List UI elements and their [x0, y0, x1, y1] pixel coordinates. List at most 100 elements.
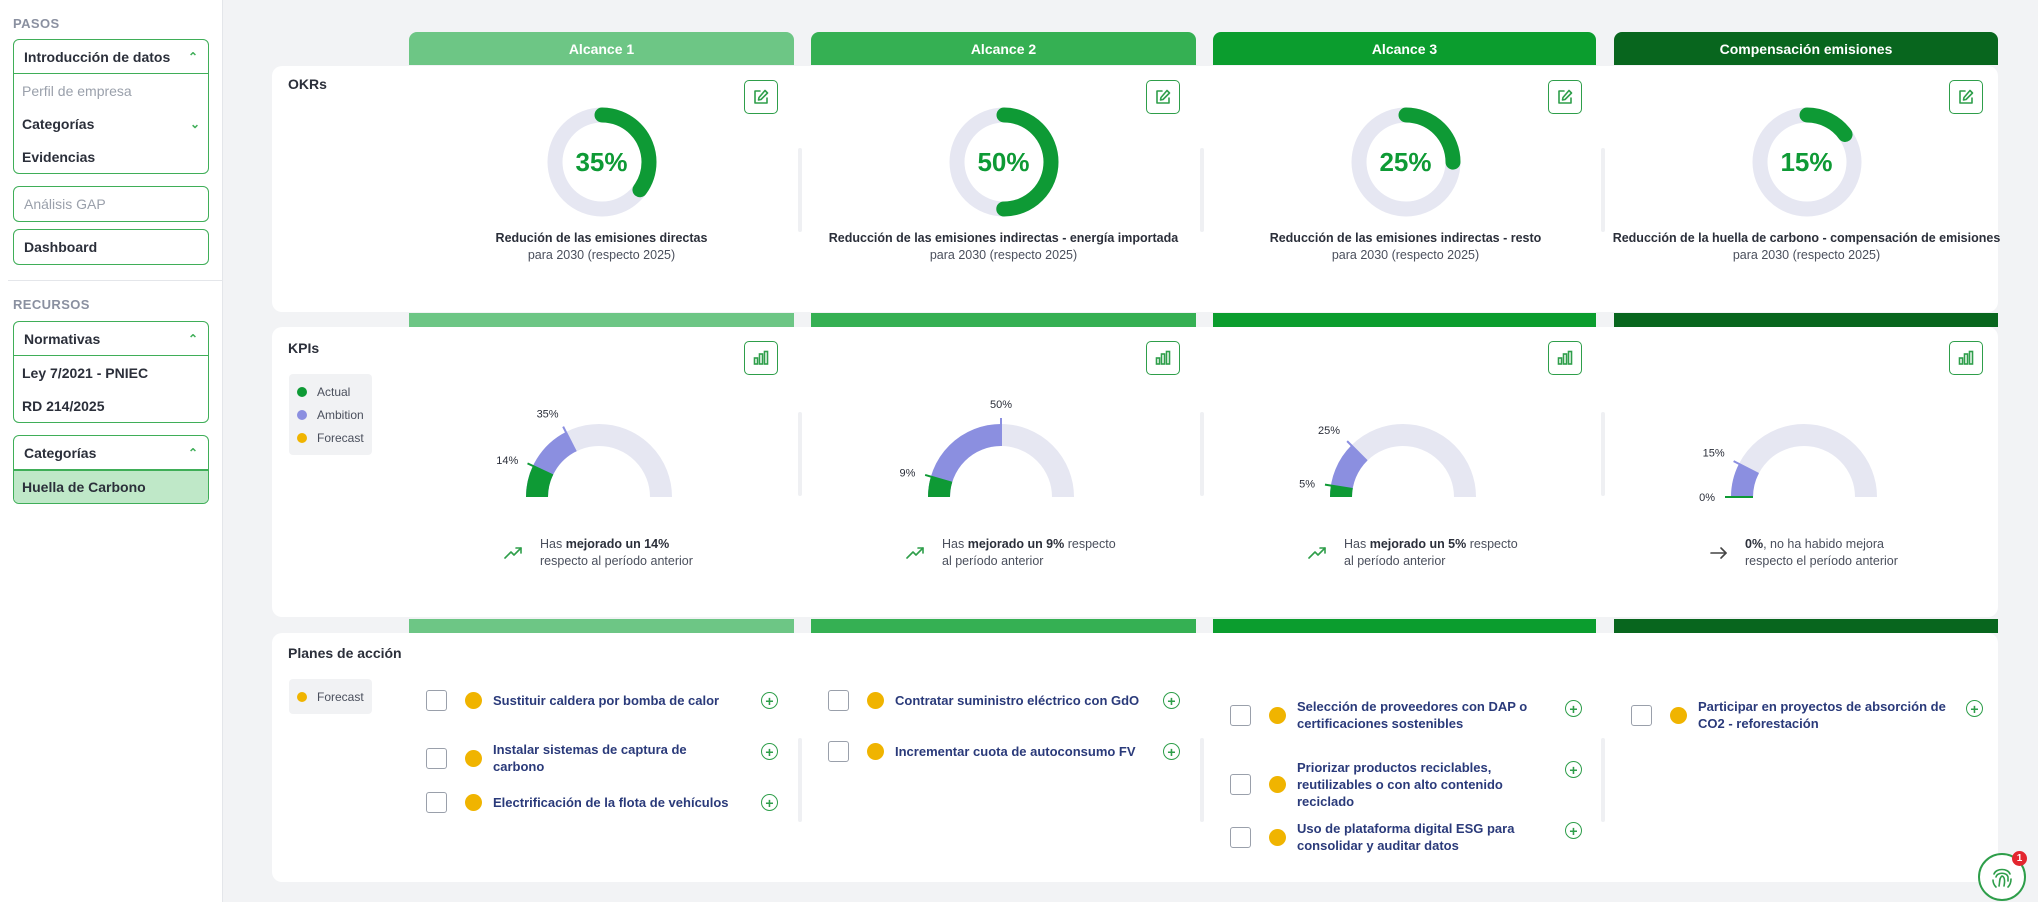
- bar-chart-icon: [1958, 350, 1974, 365]
- kpi-gauge: 35% 14%: [496, 409, 672, 498]
- legend-item-ambition: Ambition: [297, 403, 364, 426]
- plan-checkbox[interactable]: [426, 690, 447, 711]
- plan-label: Electrificación de la flota de vehículos: [493, 795, 729, 810]
- sidebar-item-analisis-gap[interactable]: Análisis GAP: [13, 186, 209, 222]
- add-plan-button[interactable]: +: [761, 692, 778, 709]
- legend-label: Forecast: [317, 689, 364, 704]
- edit-okr-button[interactable]: [1949, 80, 1983, 114]
- ambition-label: 25%: [1318, 425, 1340, 437]
- sidebar-item-label: Categorías: [22, 115, 95, 132]
- kpi-note-highlight: mejorado un 5%: [1369, 537, 1467, 551]
- add-plan-button[interactable]: +: [1966, 700, 1983, 717]
- intro-datos-label: Introducción de datos: [24, 48, 171, 65]
- column-bar: [1614, 313, 1998, 327]
- sidebar: PASOS Introducción de datos ⌃ Perfil de …: [0, 0, 223, 902]
- okr-subtitle: para 2030 (respecto 2025): [1331, 248, 1480, 262]
- sidebar-item-categorias[interactable]: Categorías ⌄: [14, 107, 208, 140]
- forecast-dot: [1670, 706, 1687, 724]
- gauge-actual-arc: [526, 465, 554, 498]
- add-plan-button[interactable]: +: [1565, 822, 1582, 839]
- kpi-chart-button[interactable]: [1949, 341, 1983, 375]
- plus-icon: +: [1167, 692, 1176, 709]
- planes-title: Planes de acción: [288, 645, 402, 661]
- okr-percent: 35%: [575, 146, 628, 177]
- kpis-title: KPIs: [288, 340, 320, 356]
- separator: [1601, 738, 1605, 822]
- add-plan-button[interactable]: +: [761, 794, 778, 811]
- bar-chart-icon: [1155, 350, 1171, 365]
- forecast-dot: [1269, 828, 1286, 846]
- sidebar-item-ley-7-2021[interactable]: Ley 7/2021 - PNIEC: [14, 356, 208, 389]
- ambition-label: 35%: [537, 409, 559, 421]
- plan-checkbox[interactable]: [1230, 774, 1251, 795]
- kpi-note-text: Has: [540, 537, 566, 551]
- column-header-alcance-3: Alcance 3: [1213, 32, 1596, 65]
- kpi-chart-button[interactable]: [744, 341, 778, 375]
- add-plan-button[interactable]: +: [1163, 692, 1180, 709]
- separator: [1200, 148, 1204, 232]
- add-plan-button[interactable]: +: [1565, 700, 1582, 717]
- plan-label: Uso de plataforma digital ESG para conso…: [1297, 821, 1515, 853]
- normativas-toggle[interactable]: Normativas ⌃: [14, 322, 208, 356]
- edit-okr-button[interactable]: [1548, 80, 1582, 114]
- bar-chart-icon: [1557, 350, 1573, 365]
- separator: [798, 148, 802, 232]
- kpi-chart-button[interactable]: [1146, 341, 1180, 375]
- intro-datos-toggle[interactable]: Introducción de datos ⌃: [14, 40, 208, 74]
- plus-icon: +: [765, 794, 774, 811]
- kpi-note: Has mejorado un 5% respecto al período an…: [1344, 536, 1518, 570]
- add-plan-button[interactable]: +: [1163, 743, 1180, 760]
- action-plan-item: Electrificación de la flota de vehículos: [426, 792, 741, 813]
- okrs-panel: OKRs: [272, 66, 1998, 312]
- edit-icon: [754, 89, 769, 104]
- forecast-dot: [465, 749, 482, 767]
- gauge-actual-arc: [1330, 485, 1353, 498]
- sidebar-item-evidencias[interactable]: Evidencias: [14, 140, 208, 173]
- legend-label: Forecast: [317, 430, 364, 445]
- okrs-title: OKRs: [288, 76, 327, 92]
- categorias-toggle[interactable]: Categorías ⌃: [14, 436, 208, 470]
- plan-checkbox[interactable]: [1230, 826, 1251, 848]
- chevron-up-icon: ⌃: [187, 445, 198, 460]
- plan-checkbox[interactable]: [426, 792, 447, 813]
- sidebar-item-rd-214-2025[interactable]: RD 214/2025: [14, 389, 208, 422]
- okr-title: Reducción de la huella de carbono - comp…: [1612, 231, 2001, 245]
- legend-dot: [297, 691, 307, 702]
- add-plan-button[interactable]: +: [1565, 761, 1582, 778]
- kpi-legend: Actual Ambition Forecast: [289, 374, 372, 455]
- separator: [798, 412, 802, 496]
- legend-item-actual: Actual: [297, 380, 364, 403]
- arrow-right-icon: [1709, 544, 1729, 565]
- legend-dot: [297, 432, 307, 443]
- sidebar-item-huella-carbono[interactable]: Huella de Carbono: [14, 470, 208, 503]
- chevron-down-icon: ⌄: [189, 116, 200, 131]
- forecast-dot: [867, 743, 884, 760]
- kpi-note-highlight: mejorado un 14%: [565, 537, 670, 551]
- add-plan-button[interactable]: +: [761, 743, 778, 760]
- separator: [798, 738, 802, 822]
- edit-icon: [1156, 89, 1171, 104]
- sidebar-item-label: Dashboard: [24, 239, 98, 255]
- plan-checkbox[interactable]: [828, 690, 849, 711]
- plan-checkbox[interactable]: [426, 747, 447, 769]
- legend-dot: [297, 409, 307, 420]
- categorias-group: Categorías ⌃ Huella de Carbono: [13, 435, 209, 504]
- kpi-note-line2: respecto el período anterior: [1745, 554, 1898, 568]
- categorias-label: Categorías: [24, 444, 97, 461]
- edit-okr-button[interactable]: [1146, 80, 1180, 114]
- okr-title: Reducción de las emisiones indirectas - …: [1269, 231, 1542, 245]
- okr-title: Redución de las emisiones directas: [495, 231, 708, 245]
- legend-dot: [297, 386, 307, 397]
- sidebar-item-perfil-empresa[interactable]: Perfil de empresa: [14, 74, 208, 107]
- normativas-group: Normativas ⌃ Ley 7/2021 - PNIEC RD 214/2…: [13, 321, 209, 423]
- sidebar-item-label: Ley 7/2021 - PNIEC: [22, 364, 149, 381]
- fingerprint-icon: [1992, 868, 2012, 888]
- plan-checkbox[interactable]: [828, 741, 849, 762]
- plan-checkbox[interactable]: [1230, 704, 1251, 726]
- column-header-alcance-2: Alcance 2: [811, 32, 1196, 65]
- action-plan-item: Instalar sistemas de captura de carbono: [426, 741, 741, 775]
- sidebar-item-dashboard[interactable]: Dashboard: [13, 229, 209, 265]
- kpi-chart-button[interactable]: [1548, 341, 1582, 375]
- edit-okr-button[interactable]: [744, 80, 778, 114]
- plan-checkbox[interactable]: [1631, 704, 1652, 726]
